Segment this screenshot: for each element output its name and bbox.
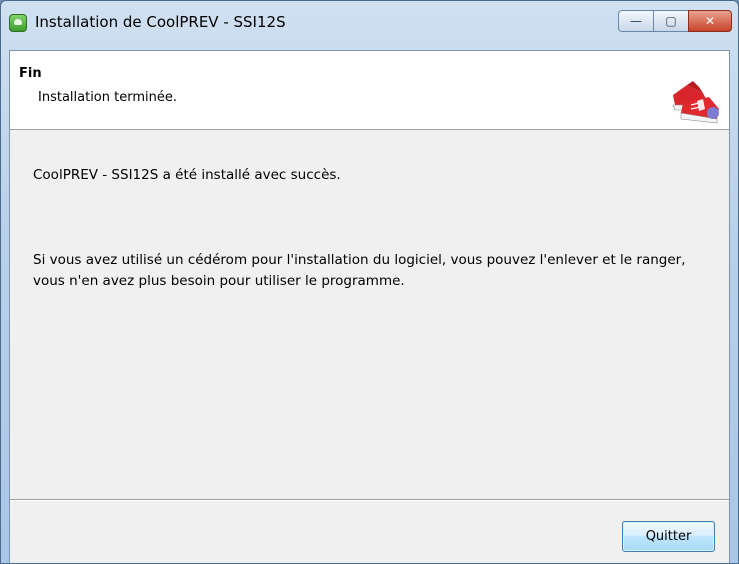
close-button[interactable]: ✕ xyxy=(688,10,732,32)
close-icon: ✕ xyxy=(704,14,716,28)
cdrom-message: Si vous avez utilisé un cédérom pour l'i… xyxy=(33,252,686,289)
header-title: Fin xyxy=(19,66,42,81)
sneakers-logo-icon xyxy=(672,81,719,124)
window-title: Installation de CoolPREV - SSI12S xyxy=(35,13,286,31)
window-controls: — ▢ ✕ xyxy=(618,10,732,32)
installer-window: Installation de CoolPREV - SSI12S — ▢ ✕ … xyxy=(0,0,739,564)
quit-button[interactable]: Quitter xyxy=(622,521,715,552)
success-message: CoolPREV - SSI12S a été installé avec su… xyxy=(33,167,341,183)
maximize-button[interactable]: ▢ xyxy=(653,10,689,32)
minimize-button[interactable]: — xyxy=(618,10,654,32)
app-icon[interactable] xyxy=(9,14,27,32)
maximize-icon: ▢ xyxy=(665,14,677,28)
wizard-header: Fin Installation terminée. xyxy=(10,51,729,130)
title-bar[interactable]: Installation de CoolPREV - SSI12S — ▢ ✕ xyxy=(1,1,738,50)
installer-client-area: Fin Installation terminée. CoolPREV - SS… xyxy=(9,50,730,563)
minimize-icon: — xyxy=(630,14,642,28)
footer-separator xyxy=(10,499,729,501)
header-subtitle: Installation terminée. xyxy=(38,90,177,105)
